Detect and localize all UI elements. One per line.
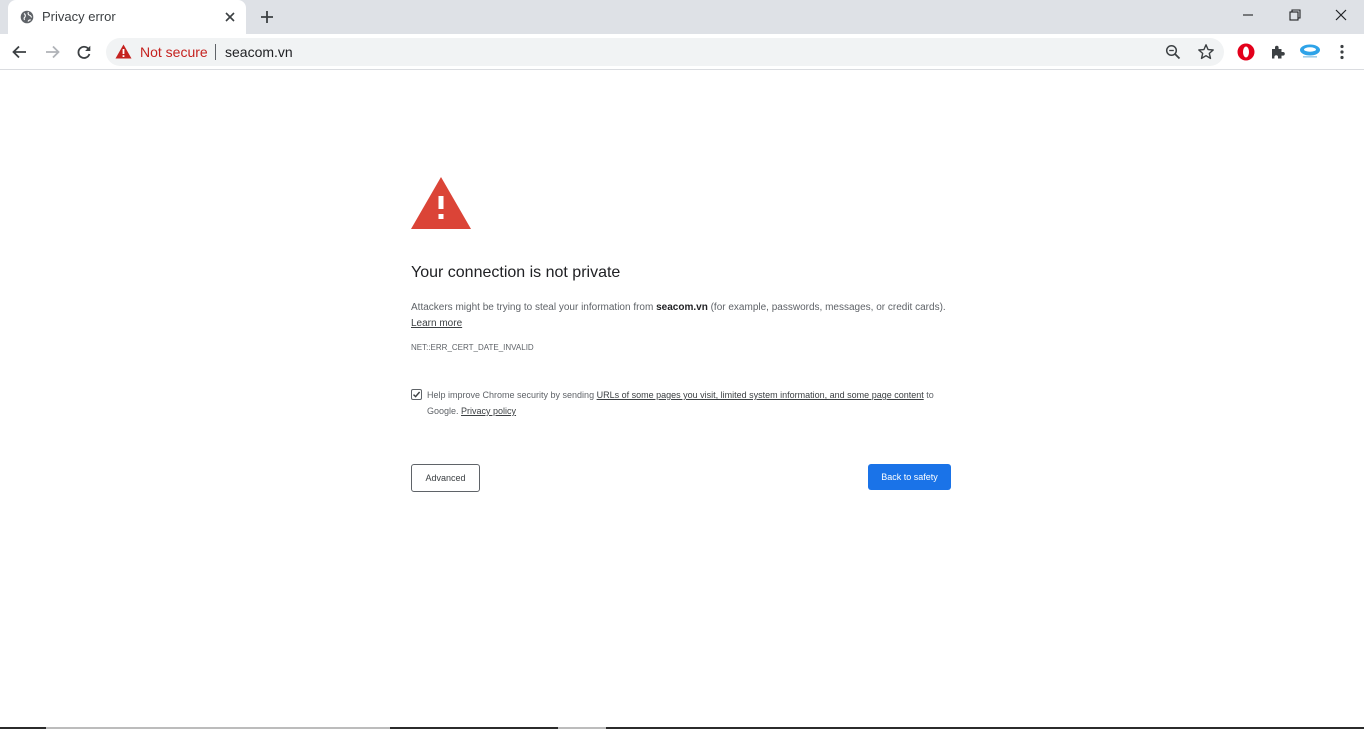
not-secure-label[interactable]: Not secure	[140, 44, 208, 60]
error-code: NET::ERR_CERT_DATE_INVALID	[411, 343, 534, 352]
danger-warning-icon	[411, 177, 471, 229]
address-bar[interactable]: Not secure seacom.vn	[106, 38, 1224, 66]
zoom-icon[interactable]	[1165, 44, 1181, 60]
bookmark-star-icon[interactable]	[1197, 43, 1215, 61]
checkmark-icon	[413, 391, 421, 398]
tab-strip: Privacy error	[0, 0, 1364, 34]
omnibox-separator	[215, 44, 216, 60]
restore-icon[interactable]	[1287, 7, 1303, 23]
tab-privacy-error[interactable]: Privacy error	[8, 0, 246, 34]
main-heading: Your connection is not private	[411, 264, 621, 281]
extensions-puzzle-icon[interactable]	[1269, 43, 1287, 61]
url-text[interactable]: seacom.vn	[225, 44, 293, 60]
close-tab-icon[interactable]	[222, 9, 238, 25]
warning-icon[interactable]	[115, 44, 132, 59]
reload-icon[interactable]	[74, 42, 94, 62]
explanation-suffix: (for example, passwords, messages, or cr…	[707, 302, 946, 313]
learn-more-link[interactable]: Learn more	[411, 318, 462, 329]
back-to-safety-button[interactable]: Back to safety	[868, 464, 951, 490]
close-window-icon[interactable]	[1333, 7, 1349, 23]
back-arrow-icon[interactable]	[10, 42, 30, 62]
opt-in-checkbox[interactable]	[411, 389, 422, 400]
globe-icon	[20, 10, 34, 24]
explanation-prefix: Attackers might be trying to steal your …	[411, 302, 657, 313]
minimize-icon[interactable]	[1240, 7, 1256, 23]
forward-arrow-icon[interactable]	[42, 42, 62, 62]
opt-in-text: Help improve Chrome security by sending …	[427, 387, 937, 419]
menu-dots-icon[interactable]	[1333, 43, 1351, 61]
tab-title: Privacy error	[42, 9, 116, 24]
explanation-host: seacom.vn	[656, 302, 708, 313]
toolbar: Not secure seacom.vn	[0, 34, 1364, 70]
optin-prefix: Help improve Chrome security by sending	[427, 390, 597, 400]
privacy-policy-link[interactable]: Privacy policy	[461, 406, 516, 416]
main-message: Attackers might be trying to steal your …	[411, 300, 956, 332]
opera-extension-icon[interactable]	[1237, 43, 1255, 61]
new-tab-icon[interactable]	[258, 8, 276, 26]
advanced-button[interactable]: Advanced	[411, 464, 480, 492]
optin-details-link[interactable]: URLs of some pages you visit, limited sy…	[597, 390, 924, 400]
translate-extension-icon[interactable]	[1299, 42, 1321, 60]
